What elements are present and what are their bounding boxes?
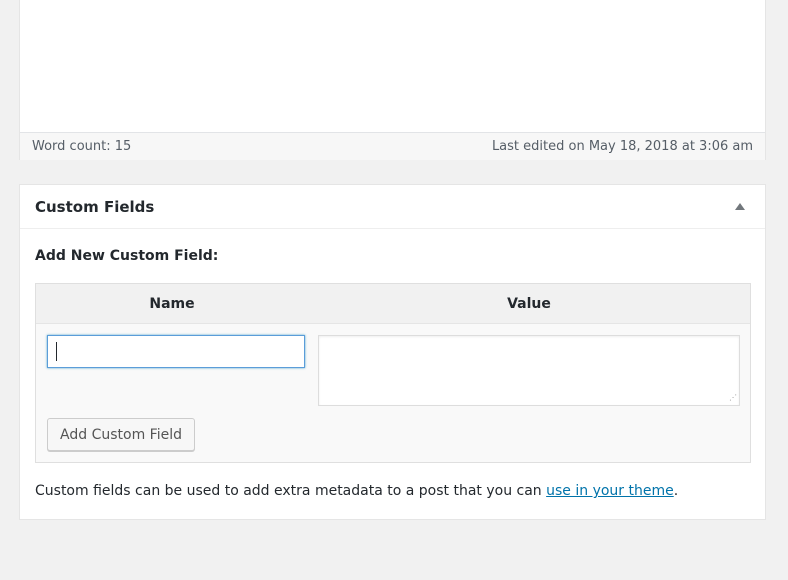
- metabox-header[interactable]: Custom Fields: [20, 185, 765, 229]
- help-text-after: .: [673, 483, 679, 499]
- custom-field-name-input[interactable]: [47, 335, 305, 368]
- custom-field-value-textarea[interactable]: [318, 335, 740, 406]
- last-edited: Last edited on May 18, 2018 at 3:06 am: [491, 139, 753, 154]
- add-new-field-label: Add New Custom Field:: [35, 248, 219, 264]
- metabox-title: Custom Fields: [35, 197, 155, 216]
- word-count: Word count: 15: [32, 139, 132, 154]
- table-header: Name Value: [36, 284, 750, 324]
- help-text-before: Custom fields can be used to add extra m…: [35, 483, 547, 499]
- use-in-theme-link[interactable]: use in your theme: [546, 483, 674, 499]
- text-caret: [56, 342, 57, 361]
- editor-status-bar: Word count: 15 Last edited on May 18, 20…: [20, 132, 765, 160]
- column-header-value: Value: [507, 295, 551, 312]
- editor-content-area[interactable]: [20, 0, 765, 131]
- column-header-name: Name: [149, 295, 195, 312]
- triangle-up-icon: [735, 203, 745, 210]
- post-editor-panel: Word count: 15 Last edited on May 18, 20…: [19, 0, 766, 160]
- custom-field-table: Name Value ⋰ Add Custom Field: [35, 283, 751, 463]
- toggle-panel-button[interactable]: [730, 197, 750, 217]
- add-custom-field-button[interactable]: Add Custom Field: [47, 418, 195, 451]
- custom-fields-metabox: Custom Fields Add New Custom Field: Name…: [19, 184, 766, 520]
- help-text: Custom fields can be used to add extra m…: [35, 483, 678, 499]
- resize-handle-icon[interactable]: ⋰: [729, 394, 737, 402]
